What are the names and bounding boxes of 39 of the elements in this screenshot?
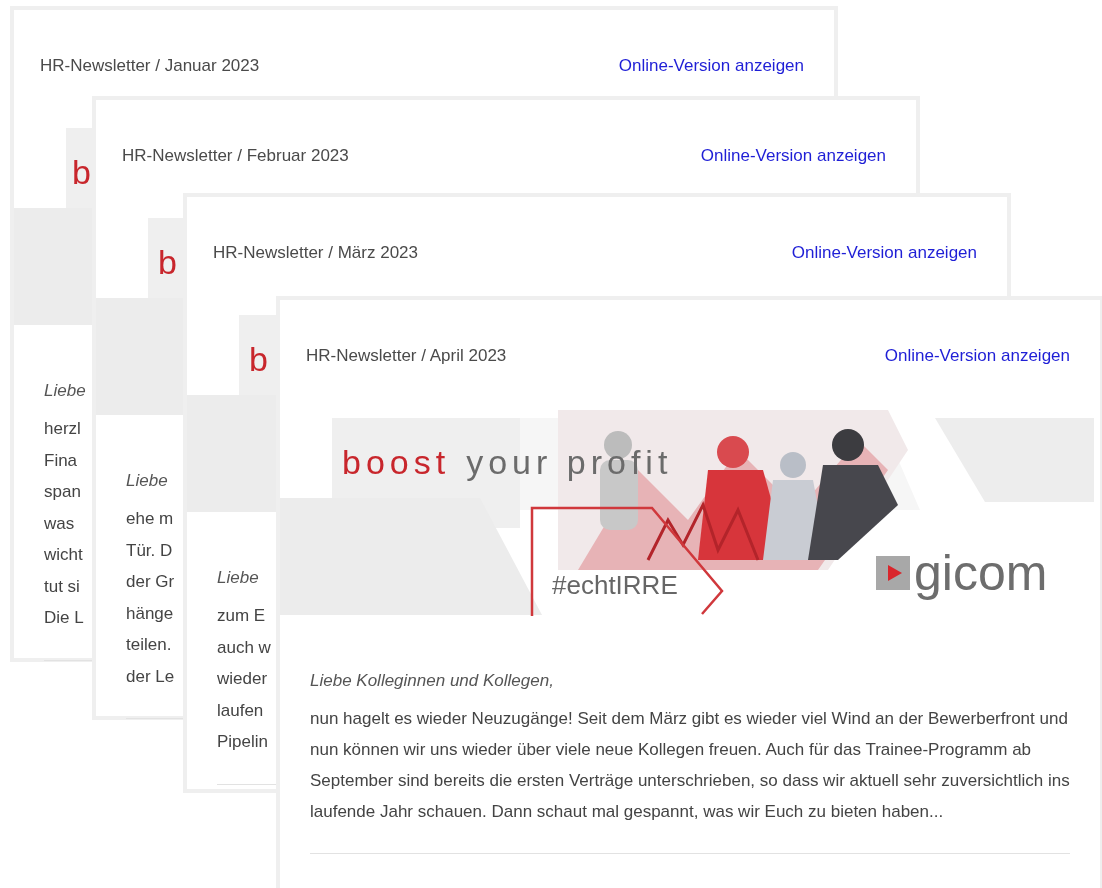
online-version-link[interactable]: Online-Version anzeigen bbox=[618, 56, 804, 76]
newsletter-title: HR-Newsletter / März 2023 bbox=[213, 243, 418, 263]
headline-text: boost bbox=[342, 442, 451, 482]
greeting-text: Liebe Kolleginnen und Kollegen, bbox=[310, 671, 554, 691]
body-text: Fina bbox=[44, 449, 78, 472]
newsletter-title: HR-Newsletter / Februar 2023 bbox=[122, 146, 349, 166]
online-version-link[interactable]: Online-Version anzeigen bbox=[884, 346, 1070, 366]
body-text: hänge bbox=[126, 602, 174, 625]
body-text: teilen. bbox=[126, 634, 172, 656]
headline-text: b bbox=[249, 339, 273, 379]
greeting-text: Liebe bbox=[217, 568, 259, 588]
headline-text: b bbox=[158, 242, 182, 282]
body-text: Tür. D bbox=[126, 539, 173, 562]
body-text: Die L bbox=[44, 607, 84, 629]
body-text: laufen bbox=[217, 699, 264, 722]
greeting-text: Liebe bbox=[126, 471, 168, 491]
body-text: was bbox=[44, 512, 75, 535]
hashtag-text: #echtIRRE bbox=[552, 570, 678, 600]
body-text: zum E bbox=[217, 605, 266, 627]
body-text: der Gr bbox=[126, 571, 175, 593]
body-text: wicht bbox=[44, 544, 83, 566]
logo-text: gicom bbox=[914, 548, 1048, 598]
headline-text: b bbox=[72, 152, 96, 192]
newsletter-title: HR-Newsletter / April 2023 bbox=[306, 346, 507, 366]
body-text: ehe m bbox=[126, 508, 174, 530]
newsletter-title: HR-Newsletter / Januar 2023 bbox=[40, 56, 260, 76]
body-text: wieder bbox=[217, 668, 268, 690]
headline-text: your profit bbox=[466, 442, 673, 482]
body-text: auch w bbox=[217, 636, 271, 659]
body-text: span bbox=[44, 481, 81, 503]
online-version-link[interactable]: Online-Version anzeigen bbox=[700, 146, 886, 166]
body-text: herzl bbox=[44, 418, 81, 440]
body-text: tut si bbox=[44, 575, 80, 598]
body-paragraph: nun hagelt es wieder Neuzugänge! Seit dem März gibt es wieder viel Wind an der Bewerberfront und nun können wir uns wieder über viele neue Kollegen freuen. Auch für das Trainee-Programm ab September sind bereits die ersten Verträge unterschrieben, so dass wir aktuell sehr zuversichtlich ins laufende Jahr schauen. Dann schaut mal gespannt, was wir Euch zu bieten haben... bbox=[310, 708, 1071, 823]
body-text: Pipelin bbox=[217, 731, 269, 753]
logo-icon bbox=[876, 556, 910, 590]
greeting-text: Liebe bbox=[44, 381, 86, 401]
online-version-link[interactable]: Online-Version anzeigen bbox=[791, 243, 977, 263]
body-text: der Le bbox=[126, 665, 175, 688]
